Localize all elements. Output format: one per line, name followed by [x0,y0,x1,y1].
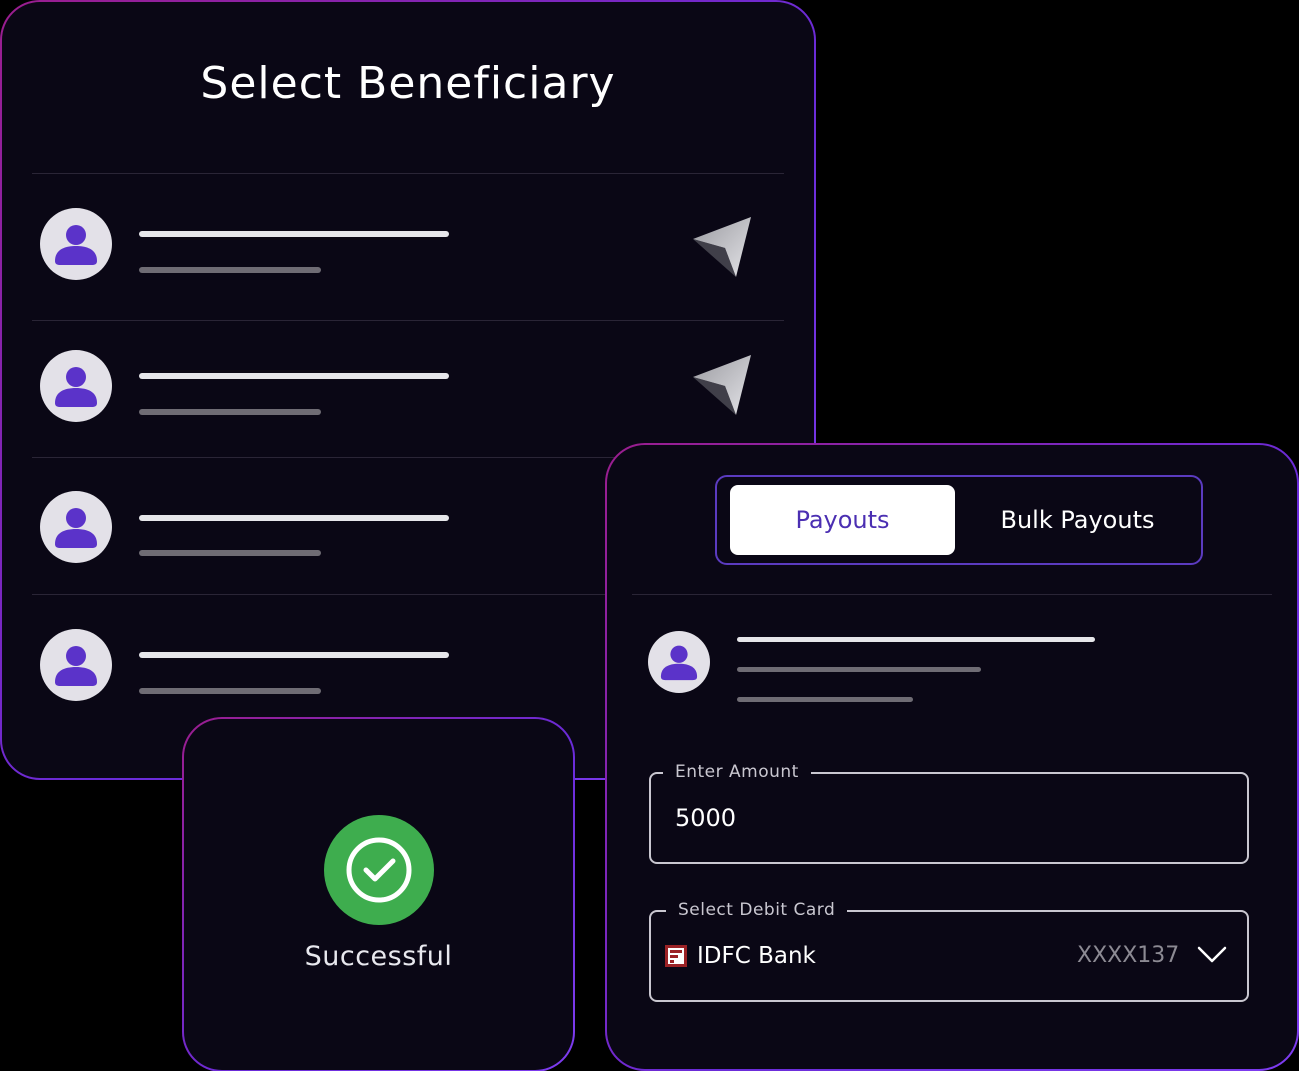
user-icon [660,645,698,681]
user-icon [55,508,97,548]
tab-bulk-payouts[interactable]: Bulk Payouts [955,485,1200,555]
bank-name: IDFC Bank [697,943,816,969]
panel-title: Select Beneficiary [200,58,616,109]
idfc-logo-icon [665,945,687,967]
avatar [40,491,112,563]
status-label: Successful [304,941,453,972]
beneficiary-name-placeholder [139,652,449,658]
amount-input[interactable]: 5000 [675,804,736,832]
beneficiary-name-placeholder [139,515,449,521]
stage: Select Beneficiary Successful Payouts Bu… [0,0,1299,1071]
selected-beneficiary-name-placeholder [737,637,1095,642]
selected-beneficiary-detail-placeholder [737,667,981,672]
send-icon[interactable] [689,352,753,416]
beneficiary-row[interactable] [32,174,784,311]
divider [632,594,1272,595]
beneficiary-detail-placeholder [139,267,321,273]
amount-field[interactable]: Enter Amount 5000 [649,761,1249,864]
beneficiary-detail-placeholder [139,550,321,556]
avatar [648,631,710,693]
user-icon [55,646,97,686]
send-icon[interactable] [689,214,753,278]
beneficiary-name-placeholder [139,231,449,237]
payout-panel: Payouts Bulk Payouts Enter Amount 5000 S… [605,443,1299,1071]
card-number: XXXX137 [1077,943,1180,968]
success-panel: Successful [182,717,575,1071]
avatar [40,208,112,280]
debit-card-field-label: Select Debit Card [666,899,848,921]
check-circle-icon [324,815,434,925]
tab-payouts[interactable]: Payouts [730,485,955,555]
avatar [40,629,112,701]
amount-field-label: Enter Amount [663,761,811,783]
selected-beneficiary-detail-placeholder [737,697,913,702]
beneficiary-name-placeholder [139,373,449,379]
beneficiary-row[interactable] [32,321,784,458]
user-icon [55,225,97,265]
beneficiary-detail-placeholder [139,409,321,415]
user-icon [55,367,97,407]
chevron-down-icon[interactable] [1197,944,1227,966]
payout-tab-group: Payouts Bulk Payouts [715,475,1203,565]
debit-card-select[interactable]: Select Debit Card IDFC Bank XXXX137 [649,899,1249,1002]
beneficiary-detail-placeholder [139,688,321,694]
avatar [40,350,112,422]
